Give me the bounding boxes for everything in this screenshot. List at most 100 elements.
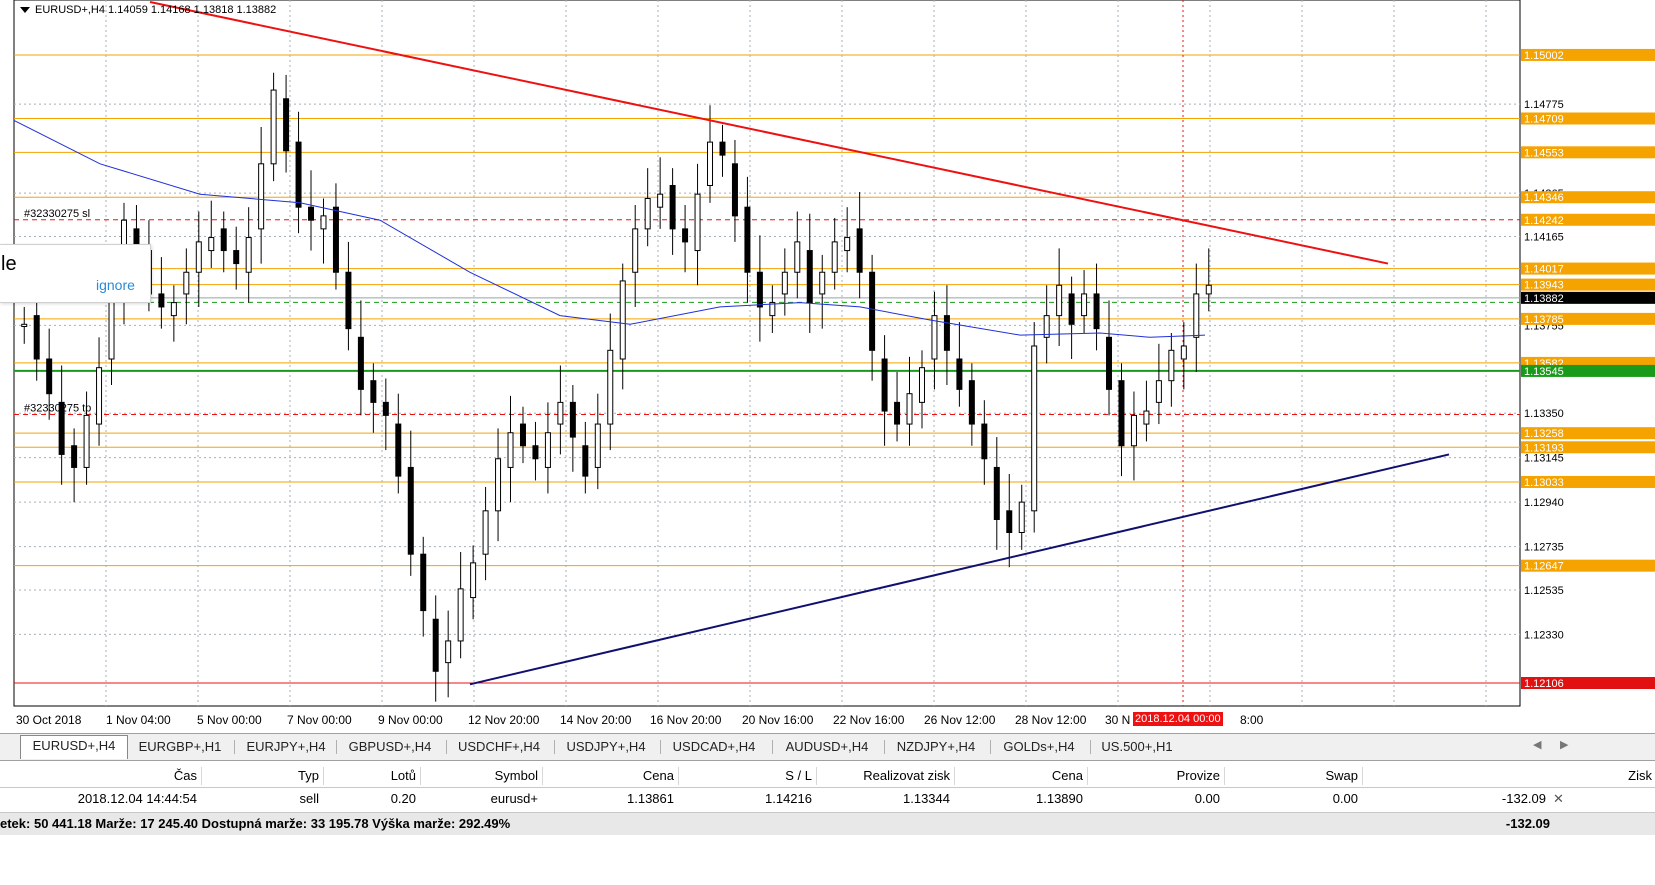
chevron-down-icon[interactable] — [20, 7, 30, 14]
tab-eurjpy-h4[interactable]: EURJPY+,H4 — [236, 737, 336, 757]
order-tp: 1.13344 — [903, 791, 950, 806]
candle-body — [569, 401, 576, 438]
candle-body — [806, 250, 813, 304]
tab-usdchf-h4[interactable]: USDCHF+,H4 — [448, 737, 550, 757]
price-label: 1.14553 — [1524, 147, 1564, 159]
price-chart[interactable]: #32330275 sl #32330275 tp 1.15002 1.14775 1.… — [0, 0, 1655, 773]
chart-header: EURUSD+,H4 1.14059 1.14168 1.13818 1.138… — [20, 4, 276, 16]
order-price: 1.13861 — [627, 791, 674, 806]
price-label: 1.14346 — [1524, 192, 1564, 204]
order-commission: 0.00 — [1194, 791, 1220, 806]
date-label: 30 N — [1105, 713, 1130, 727]
chart-tabs: EURUSD+,H4 EURGBP+,H1 EURJPY+,H4 GBPUSD+,H4… — [0, 733, 1655, 761]
candle-body — [407, 466, 414, 555]
candle-body — [1193, 293, 1200, 338]
candle-body — [83, 414, 90, 468]
candle-body — [1118, 380, 1125, 447]
candle-body — [993, 466, 1000, 520]
candle-body — [819, 271, 826, 295]
price-label: 1.13145 — [1524, 453, 1564, 465]
candle-body — [831, 241, 838, 273]
tab-gbpusd-h4[interactable]: GBPUSD+,H4 — [338, 737, 442, 757]
candle-body — [357, 336, 364, 390]
date-label: 1 Nov 04:00 — [106, 713, 171, 727]
date-label: 16 Nov 20:00 — [650, 713, 722, 727]
date-label: 28 Nov 12:00 — [1015, 713, 1087, 727]
candle-body — [1068, 293, 1075, 325]
tab-usdjpy-h4[interactable]: USDJPY+,H4 — [556, 737, 656, 757]
terminal-panel: Čas Typ Lotů Symbol Cena S / L Realizova… — [0, 761, 1655, 885]
candle-body — [694, 193, 701, 252]
close-icon[interactable]: ✕ — [1553, 788, 1564, 810]
candle-body — [894, 401, 901, 425]
candle-body — [1106, 336, 1113, 390]
candle-body — [594, 423, 601, 468]
candle-body — [619, 280, 626, 360]
col-swap[interactable]: Swap — [1228, 765, 1358, 787]
tab-scroll-right-icon[interactable]: ▶ — [1560, 738, 1568, 751]
price-label: 1.14242 — [1524, 215, 1564, 227]
trade-table-header: Čas Typ Lotů Symbol Cena S / L Realizova… — [0, 765, 1655, 788]
date-label: 26 Nov 12:00 — [924, 713, 996, 727]
col-time[interactable]: Čas — [0, 765, 197, 787]
col-symbol[interactable]: Symbol — [424, 765, 538, 787]
col-lots[interactable]: Lotů — [327, 765, 416, 787]
candle-body — [170, 302, 177, 317]
ignore-link[interactable]: ignore — [96, 277, 135, 293]
candle-body — [158, 293, 165, 308]
candle-body — [968, 380, 975, 425]
tab-eurgbp-h1[interactable]: EURGBP+,H1 — [130, 737, 230, 757]
col-sl[interactable]: S / L — [682, 765, 812, 787]
tp-label: #32330275 tp — [24, 403, 91, 415]
tab-golds-h4[interactable]: GOLDs+,H4 — [992, 737, 1086, 757]
price-label: 1.13350 — [1524, 408, 1564, 420]
candle-body — [794, 241, 801, 273]
col-type[interactable]: Typ — [205, 765, 319, 787]
candle-body — [71, 445, 78, 468]
tab-separator — [660, 740, 661, 754]
candle-body — [208, 237, 215, 252]
date-label: 12 Nov 20:00 — [468, 713, 540, 727]
candle-body — [395, 423, 402, 477]
col-current-price[interactable]: Cena — [958, 765, 1083, 787]
account-summary-text: etek: 50 441.18 Marže: 17 245.40 Dostupn… — [0, 816, 511, 831]
tab-usdcad-h4[interactable]: USDCAD+,H4 — [662, 737, 766, 757]
candle-body — [507, 432, 514, 468]
order-swap: 0.00 — [1332, 791, 1358, 806]
candle-body — [183, 271, 190, 295]
order-symbol: eurusd+ — [490, 791, 538, 806]
chart-canvas[interactable]: #32330275 sl #32330275 tp 1.15002 1.14775 1.… — [0, 0, 1655, 733]
candle-body — [1018, 501, 1025, 534]
tab-separator — [554, 740, 555, 754]
candle-body — [495, 458, 502, 512]
candle-body — [644, 198, 651, 230]
candle-body — [46, 358, 53, 395]
tab-audusd-h4[interactable]: AUDUSD+,H4 — [774, 737, 880, 757]
candle-body — [1006, 510, 1013, 533]
col-price[interactable]: Cena — [546, 765, 674, 787]
price-label: 1.13882 — [1524, 293, 1564, 305]
tab-scroll-left-icon[interactable]: ◀ — [1533, 738, 1541, 751]
candle-body — [1205, 284, 1212, 295]
candle-body — [1155, 380, 1162, 403]
order-type: sell — [299, 791, 319, 806]
candle-body — [258, 163, 265, 230]
candle-body — [931, 315, 938, 360]
candle-body — [1031, 345, 1038, 512]
col-tp[interactable]: Realizovat zisk — [820, 765, 950, 787]
candle-body — [33, 315, 40, 360]
table-row[interactable]: 2018.12.04 14:44:54 sell 0.20 eurusd+ 1.… — [0, 788, 1655, 810]
col-profit[interactable]: Zisk — [1366, 765, 1652, 787]
col-commission[interactable]: Provize — [1091, 765, 1220, 787]
order-sl: 1.14216 — [765, 791, 812, 806]
tab-nzdjpy-h4[interactable]: NZDJPY+,H4 — [886, 737, 986, 757]
tab-separator — [234, 740, 235, 754]
candle-body — [881, 358, 888, 412]
tab-us-500-h1[interactable]: US.500+,H1 — [1092, 737, 1182, 757]
tab-eurusd-h4[interactable]: EURUSD+,H4 — [20, 735, 128, 759]
date-label: 22 Nov 16:00 — [833, 713, 905, 727]
candle-body — [470, 562, 477, 599]
candle-body — [557, 401, 564, 425]
tab-separator — [772, 740, 773, 754]
candle-body — [532, 445, 539, 460]
